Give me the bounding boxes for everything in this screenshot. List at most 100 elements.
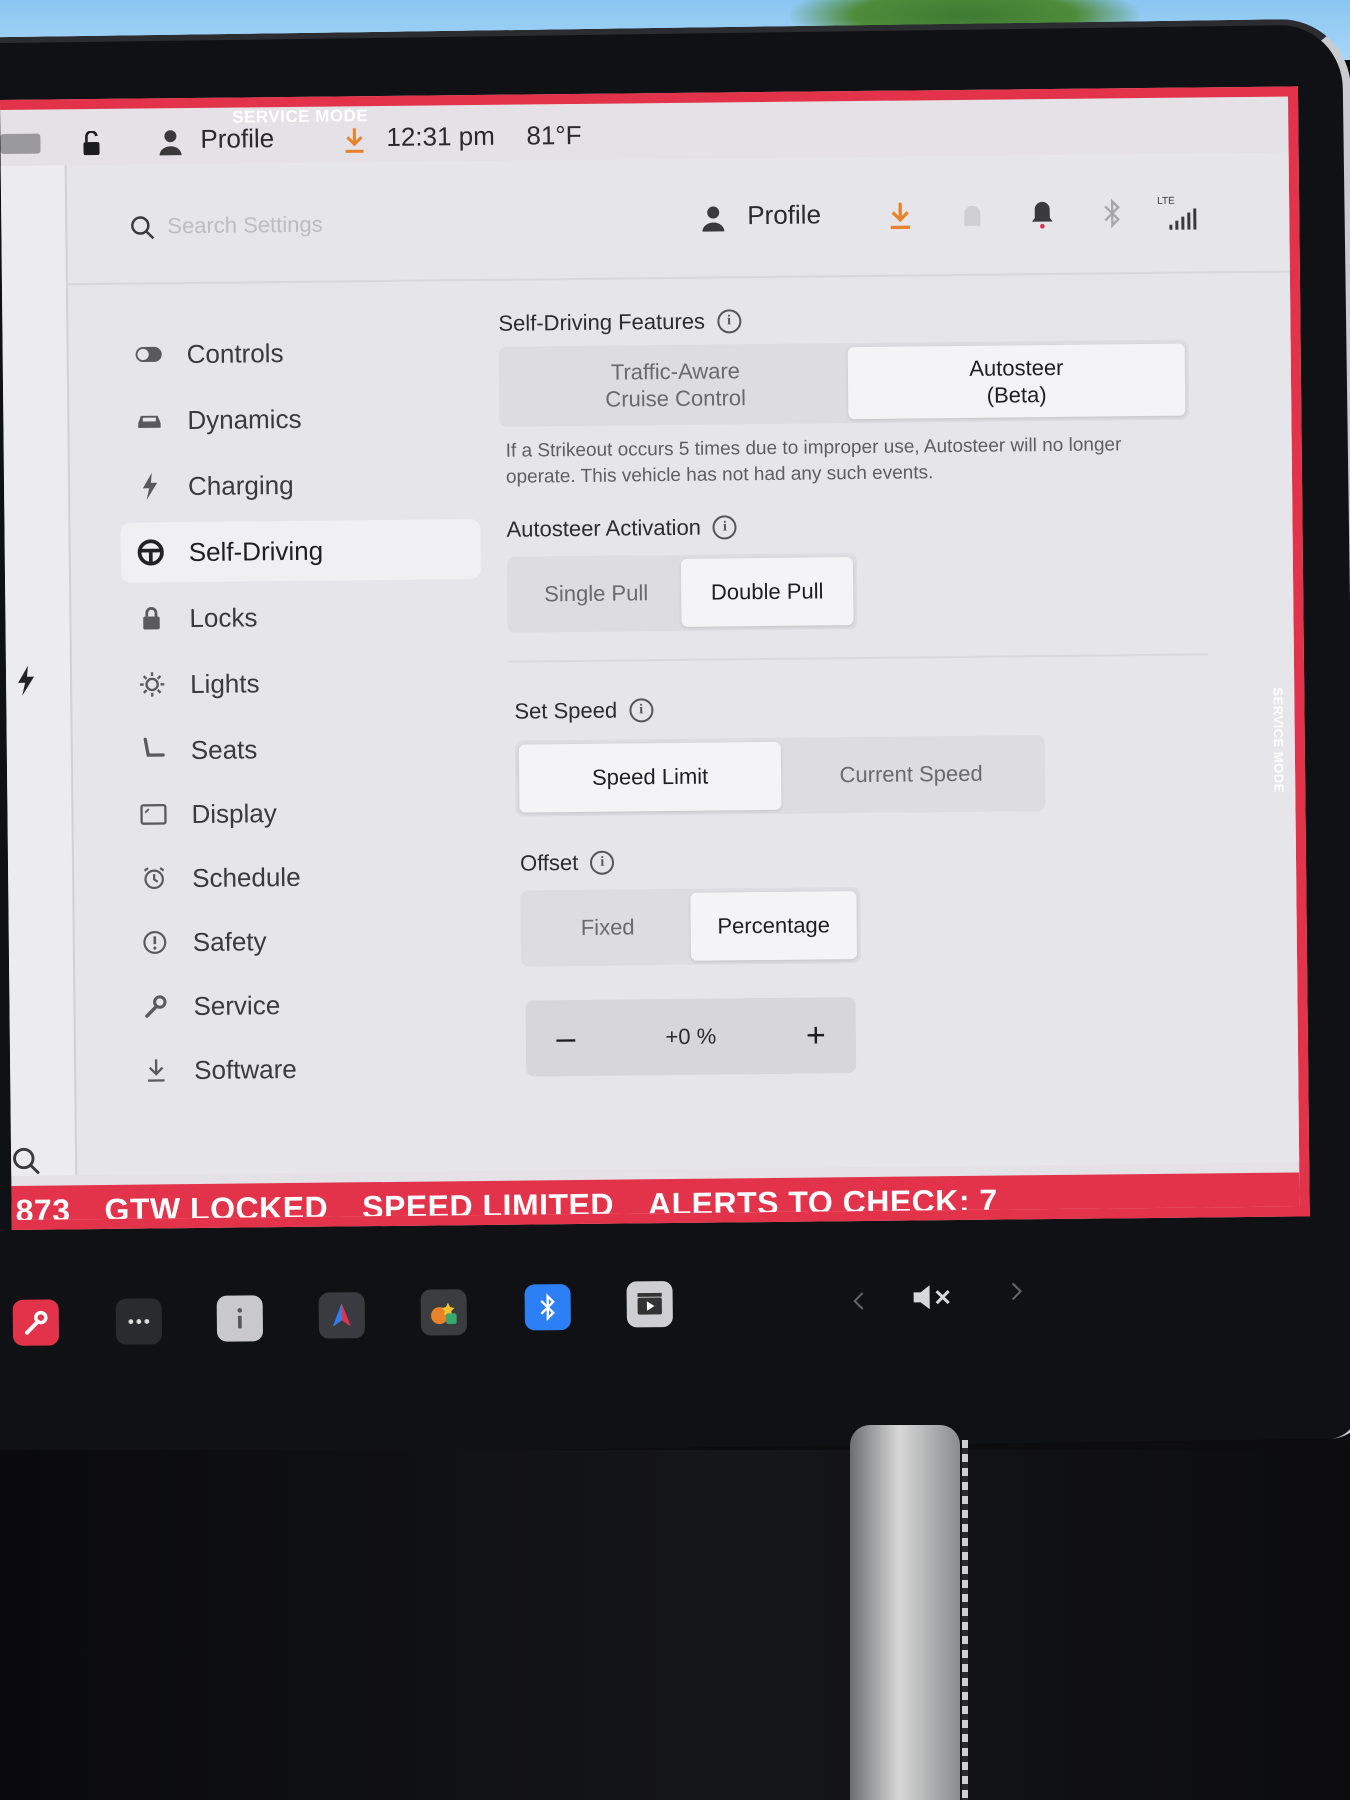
sidebar-item-seats[interactable]: Seats <box>123 717 484 781</box>
offset-title: Offset i <box>520 850 615 877</box>
option-autosteer-beta[interactable]: Autosteer (Beta) <box>847 343 1186 420</box>
offset-decrease-button[interactable]: – <box>546 1018 586 1057</box>
sidebar-item-label: Controls <box>186 337 284 369</box>
search-icon[interactable] <box>129 214 155 240</box>
sidebar-item-label: Lights <box>189 667 260 699</box>
option-current-speed[interactable]: Current Speed <box>781 739 1042 810</box>
bluetooth-icon[interactable] <box>1097 198 1127 229</box>
chevron-left-icon[interactable] <box>853 1291 865 1311</box>
navigation-app-icon[interactable] <box>318 1292 366 1339</box>
option-speed-limit[interactable]: Speed Limit <box>518 741 782 813</box>
search-icon[interactable] <box>11 1146 41 1176</box>
seat-stitching <box>962 1440 968 1800</box>
sidebar-item-display[interactable]: Display <box>123 781 484 845</box>
alert-code: 873 <box>15 1191 71 1229</box>
settings-panel: Profile LTE <box>64 152 1306 1176</box>
bell-icon[interactable] <box>1027 199 1057 229</box>
theater-app-icon[interactable] <box>626 1280 673 1328</box>
sidebar-item-safety[interactable]: Safety <box>125 909 486 973</box>
strikeout-help-text: If a Strikeout occurs 5 times due to imp… <box>505 434 1122 488</box>
manual-info-icon[interactable] <box>216 1295 264 1342</box>
download-icon[interactable] <box>342 126 366 154</box>
car-interior <box>0 1450 1350 1800</box>
alarm-clock-icon <box>138 862 170 894</box>
steering-wheel-icon <box>135 536 167 568</box>
sidebar-item-service[interactable]: Service <box>125 973 486 1037</box>
sidebar-item-label: Service <box>193 989 281 1021</box>
service-mode-label-side: SERVICE MODE <box>1269 687 1287 793</box>
sidebar-item-label: Software <box>194 1053 297 1085</box>
set-speed-title: Set Speed i <box>514 697 654 724</box>
service-wrench-app-icon[interactable] <box>12 1299 60 1346</box>
autosteer-activation-title: Autosteer Activation i <box>506 514 738 542</box>
option-single-pull[interactable]: Single Pull <box>511 559 682 629</box>
option-traffic-aware-cruise-control[interactable]: Traffic-Aware Cruise Control <box>503 347 849 423</box>
bolt-icon <box>134 470 166 502</box>
section-title-text: Autosteer Activation <box>506 514 702 542</box>
outside-temperature: 81°F <box>526 119 582 151</box>
settings-sidebar: Controls Dynamics Charging Self-Driving <box>118 321 482 1085</box>
bolt-icon <box>18 665 35 696</box>
autosteer-activation-selector: Single Pull Double Pull <box>506 553 858 633</box>
offset-stepper: – +0 % + <box>525 997 857 1077</box>
option-fixed[interactable]: Fixed <box>524 893 691 963</box>
gtw-locked-alert: GTW LOCKED <box>104 1189 329 1228</box>
mute-icon[interactable] <box>910 1282 956 1312</box>
sidebar-item-label: Dynamics <box>187 403 302 435</box>
alerts-to-check[interactable]: ALERTS TO CHECK: 7 <box>648 1182 998 1223</box>
offset-increase-button[interactable]: + <box>796 1016 836 1055</box>
profile-icon[interactable] <box>158 128 182 156</box>
section-title-text: Set Speed <box>514 697 618 724</box>
sidebar-item-lights[interactable]: Lights <box>122 651 483 715</box>
sidebar-item-label: Seats <box>190 733 258 765</box>
info-icon[interactable]: i <box>590 850 615 875</box>
download-icon <box>140 1054 172 1086</box>
sidebar-item-label: Display <box>191 797 277 829</box>
sidebar-item-schedule[interactable]: Schedule <box>124 845 485 909</box>
toggle-icon <box>133 338 165 370</box>
wrench-icon <box>139 990 171 1022</box>
section-title-text: Self-Driving Features <box>498 308 706 336</box>
sun-icon <box>136 668 168 700</box>
warning-circle-icon <box>139 926 171 958</box>
option-double-pull[interactable]: Double Pull <box>680 557 854 627</box>
search-settings-input[interactable] <box>167 205 468 245</box>
info-icon[interactable]: i <box>629 698 654 723</box>
more-apps-icon[interactable] <box>115 1298 163 1345</box>
self-driving-features-selector: Traffic-Aware Cruise Control Autosteer (… <box>498 339 1190 427</box>
header-profile-label[interactable]: Profile <box>747 199 821 231</box>
info-icon[interactable]: i <box>716 309 742 334</box>
sidebar-item-self-driving[interactable]: Self-Driving <box>120 518 482 583</box>
profile-icon[interactable] <box>701 204 725 232</box>
set-speed-selector: Speed Limit Current Speed <box>514 735 1046 817</box>
clock: 12:31 pm <box>386 120 495 152</box>
self-driving-features-title: Self-Driving Features i <box>498 308 742 337</box>
signal-strength-icon <box>1169 208 1197 230</box>
sidebar-item-locks[interactable]: Locks <box>121 585 482 649</box>
horn-icon[interactable] <box>957 200 987 230</box>
status-profile-label[interactable]: Profile <box>200 123 274 155</box>
option-percentage[interactable]: Percentage <box>690 891 858 961</box>
sidebar-item-label: Schedule <box>191 861 301 893</box>
touchscreen: SERVICE MODE Profile 12:31 pm 81°F Searc… <box>0 86 1310 1230</box>
unlocked-icon[interactable] <box>80 130 104 157</box>
sidebar-item-charging[interactable]: Charging <box>120 453 481 517</box>
chevron-right-icon[interactable] <box>1010 1281 1023 1301</box>
sidebar-item-label: Charging <box>187 469 294 501</box>
car-icon <box>133 404 165 436</box>
info-icon[interactable]: i <box>712 515 738 540</box>
section-divider <box>507 653 1208 663</box>
sidebar-item-label: Self-Driving <box>188 535 324 567</box>
offset-selector: Fixed Percentage <box>520 887 862 967</box>
sidebar-item-dynamics[interactable]: Dynamics <box>119 387 480 451</box>
bluetooth-app-icon[interactable] <box>524 1284 571 1331</box>
sidebar-item-software[interactable]: Software <box>126 1037 487 1101</box>
taskbar <box>0 1227 1201 1346</box>
display-icon <box>137 798 169 830</box>
section-title-text: Offset <box>519 849 579 876</box>
sidebar-item-controls[interactable]: Controls <box>118 321 479 385</box>
seat-icon <box>137 734 169 766</box>
toybox-app-icon[interactable] <box>420 1289 468 1336</box>
sidebar-item-label: Safety <box>192 925 267 957</box>
download-icon[interactable] <box>885 200 915 230</box>
